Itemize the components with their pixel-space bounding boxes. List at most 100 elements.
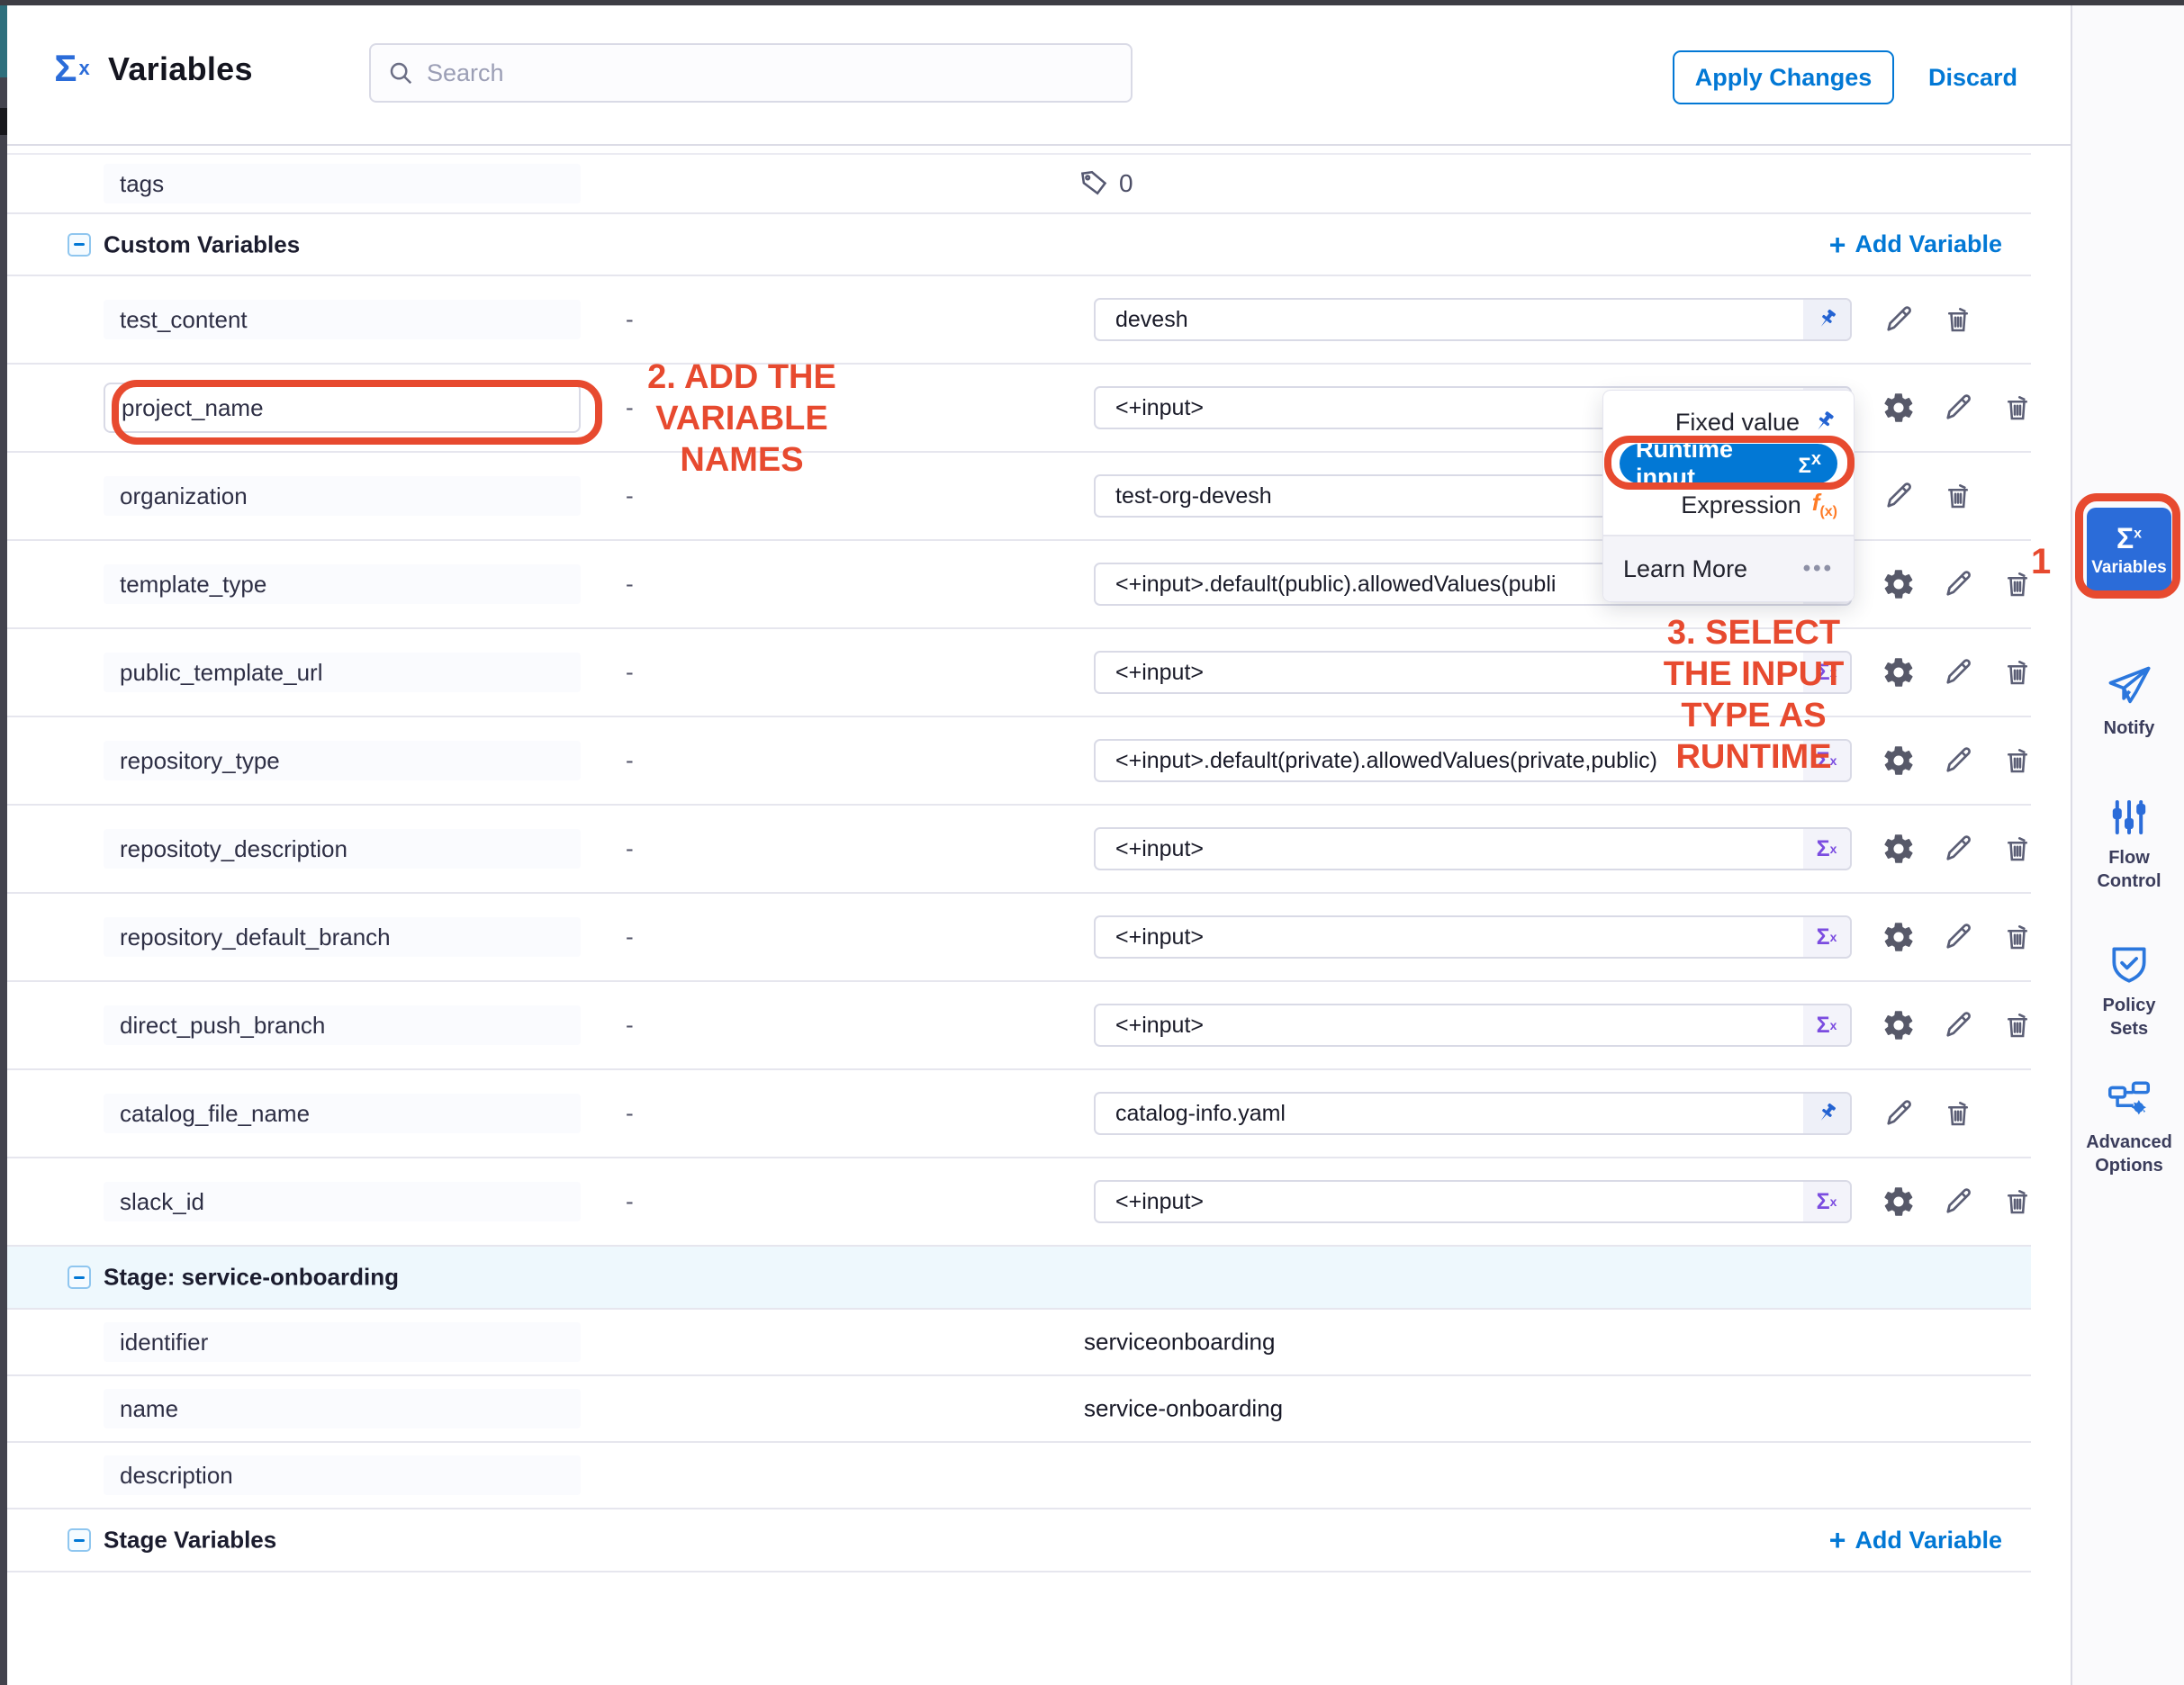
variable-value: <+input> bbox=[1096, 836, 1803, 862]
edit-icon[interactable] bbox=[1941, 1008, 1975, 1042]
runtime-input-selected-pill: Runtime input Σx bbox=[1620, 444, 1837, 483]
delete-icon[interactable] bbox=[1941, 302, 1975, 337]
delete-icon[interactable] bbox=[2000, 655, 2035, 689]
variable-value: <+input> bbox=[1096, 1013, 1803, 1039]
runtime-sigma-suffix-icon[interactable]: Σx bbox=[1803, 1005, 1850, 1045]
variable-value: devesh bbox=[1096, 307, 1803, 333]
variable-description: - bbox=[626, 835, 634, 863]
more-options-dots-icon: ••• bbox=[1803, 556, 1834, 581]
variable-value-input[interactable]: devesh bbox=[1094, 298, 1852, 341]
settings-icon[interactable] bbox=[1882, 1008, 1916, 1042]
sidebar-item-label: Policy bbox=[2103, 994, 2156, 1017]
discard-button[interactable]: Discard bbox=[1928, 50, 2017, 104]
delete-icon[interactable] bbox=[2000, 1185, 2035, 1219]
delete-icon[interactable] bbox=[2000, 832, 2035, 866]
identifier-value: serviceonboarding bbox=[1084, 1329, 1275, 1356]
delete-icon[interactable] bbox=[1941, 1096, 1975, 1131]
name-label-box: name bbox=[104, 1389, 581, 1428]
left-nav-edge-notch bbox=[0, 108, 7, 135]
variable-value-input[interactable]: <+input> Σx bbox=[1094, 1004, 1852, 1047]
delete-icon[interactable] bbox=[1941, 479, 1975, 513]
identifier-label-box: identifier bbox=[104, 1322, 581, 1362]
variable-description: - bbox=[626, 1012, 634, 1040]
edit-icon[interactable] bbox=[1941, 743, 1975, 778]
section-header-custom-variables: Custom Variables + Add Variable bbox=[7, 214, 2031, 276]
variable-description: - bbox=[626, 571, 634, 599]
sliders-icon bbox=[2107, 796, 2151, 839]
variable-value-input[interactable]: <+input> Σx bbox=[1094, 1180, 1852, 1223]
runtime-sigma-suffix-icon[interactable]: Σx bbox=[1803, 917, 1850, 957]
apply-changes-button[interactable]: Apply Changes bbox=[1673, 50, 1894, 104]
sidebar-item-advanced-options[interactable]: Advanced Options bbox=[2072, 1078, 2184, 1177]
runtime-sigma-suffix-icon[interactable]: Σx bbox=[1803, 1182, 1850, 1221]
delete-icon[interactable] bbox=[2000, 920, 2035, 954]
delete-icon[interactable] bbox=[2000, 391, 2035, 425]
add-variable-button[interactable]: + Add Variable bbox=[1829, 1526, 2002, 1554]
variable-value-input[interactable]: <+input> Σx bbox=[1094, 651, 1852, 694]
description-label-box: description bbox=[104, 1455, 581, 1495]
collapse-toggle-icon[interactable] bbox=[68, 1528, 91, 1552]
runtime-sigma-suffix-icon[interactable]: Σx bbox=[1803, 829, 1850, 869]
variable-row: repository_default_branch - <+input> Σx bbox=[7, 894, 2031, 982]
sidebar-item-flow-control[interactable]: Flow Control bbox=[2072, 796, 2184, 893]
collapse-toggle-icon[interactable] bbox=[68, 233, 91, 257]
edit-icon[interactable] bbox=[1882, 1096, 1916, 1131]
sigma-x-icon: Σx bbox=[2116, 524, 2142, 553]
variable-value-input[interactable]: <+input>.default(private).allowedValues(… bbox=[1094, 739, 1852, 782]
edit-icon[interactable] bbox=[1941, 920, 1975, 954]
sidebar-item-notify[interactable]: Notify bbox=[2072, 662, 2184, 740]
fixed-pin-suffix-icon[interactable] bbox=[1803, 300, 1850, 339]
name-value: service-onboarding bbox=[1084, 1395, 1283, 1423]
edit-icon[interactable] bbox=[1941, 391, 1975, 425]
delete-icon[interactable] bbox=[2000, 1008, 2035, 1042]
variable-value: catalog-info.yaml bbox=[1096, 1101, 1803, 1127]
tags-count: 0 bbox=[1119, 169, 1133, 198]
variable-name: direct_push_branch bbox=[120, 1012, 325, 1040]
fixed-pin-suffix-icon[interactable] bbox=[1803, 1094, 1850, 1133]
plus-icon: + bbox=[1829, 1526, 1846, 1554]
variable-name: template_type bbox=[120, 571, 266, 599]
settings-icon[interactable] bbox=[1882, 655, 1916, 689]
menu-item-runtime-input[interactable]: Runtime input Σx bbox=[1603, 443, 1854, 484]
edit-icon[interactable] bbox=[1941, 1185, 1975, 1219]
edit-icon[interactable] bbox=[1941, 567, 1975, 601]
settings-icon[interactable] bbox=[1882, 920, 1916, 954]
variable-description: - bbox=[626, 306, 634, 334]
collapse-toggle-icon[interactable] bbox=[68, 1266, 91, 1289]
edit-icon[interactable] bbox=[1882, 479, 1916, 513]
variable-value: <+input> bbox=[1096, 1189, 1803, 1215]
runtime-sigma-suffix-icon[interactable]: Σx bbox=[1803, 653, 1850, 692]
variable-name: slack_id bbox=[120, 1188, 204, 1216]
settings-icon[interactable] bbox=[1882, 391, 1916, 425]
sidebar-item-variables[interactable]: Σx Variables bbox=[2087, 508, 2171, 594]
variable-name: catalog_file_name bbox=[120, 1100, 310, 1128]
variables-table: tags 0 Custom Variables + Add Variable bbox=[7, 148, 2071, 1685]
settings-icon[interactable] bbox=[1882, 832, 1916, 866]
variable-value: <+input>.default(private).allowedValues(… bbox=[1096, 748, 1803, 774]
settings-icon[interactable] bbox=[1882, 743, 1916, 778]
settings-icon[interactable] bbox=[1882, 1185, 1916, 1219]
variable-name: repository_default_branch bbox=[120, 924, 391, 951]
add-variable-button[interactable]: + Add Variable bbox=[1829, 230, 2002, 259]
delete-icon[interactable] bbox=[2000, 743, 2035, 778]
edit-icon[interactable] bbox=[1941, 655, 1975, 689]
runtime-sigma-icon: Σx bbox=[1798, 449, 1821, 479]
variable-description: - bbox=[626, 659, 634, 687]
edit-icon[interactable] bbox=[1941, 832, 1975, 866]
variable-value-input[interactable]: catalog-info.yaml bbox=[1094, 1092, 1852, 1135]
variable-name-box: project_name bbox=[104, 383, 581, 433]
variable-name-box: direct_push_branch bbox=[104, 1005, 581, 1045]
runtime-sigma-suffix-icon[interactable]: Σx bbox=[1803, 741, 1850, 780]
edit-icon[interactable] bbox=[1882, 302, 1916, 337]
variable-description: - bbox=[626, 482, 634, 510]
variable-value-input[interactable]: <+input> Σx bbox=[1094, 915, 1852, 959]
settings-icon[interactable] bbox=[1882, 567, 1916, 601]
sidebar-item-label: Notify bbox=[2104, 716, 2155, 740]
delete-icon[interactable] bbox=[2000, 567, 2035, 601]
variable-name-box: test_content bbox=[104, 300, 581, 339]
sidebar-item-policy-sets[interactable]: Policy Sets bbox=[2072, 942, 2184, 1041]
search-input[interactable]: Search bbox=[369, 43, 1133, 103]
variable-value-input[interactable]: <+input> Σx bbox=[1094, 827, 1852, 870]
search-placeholder: Search bbox=[427, 59, 504, 87]
menu-footer-learn-more[interactable]: Learn More ••• bbox=[1603, 535, 1854, 601]
